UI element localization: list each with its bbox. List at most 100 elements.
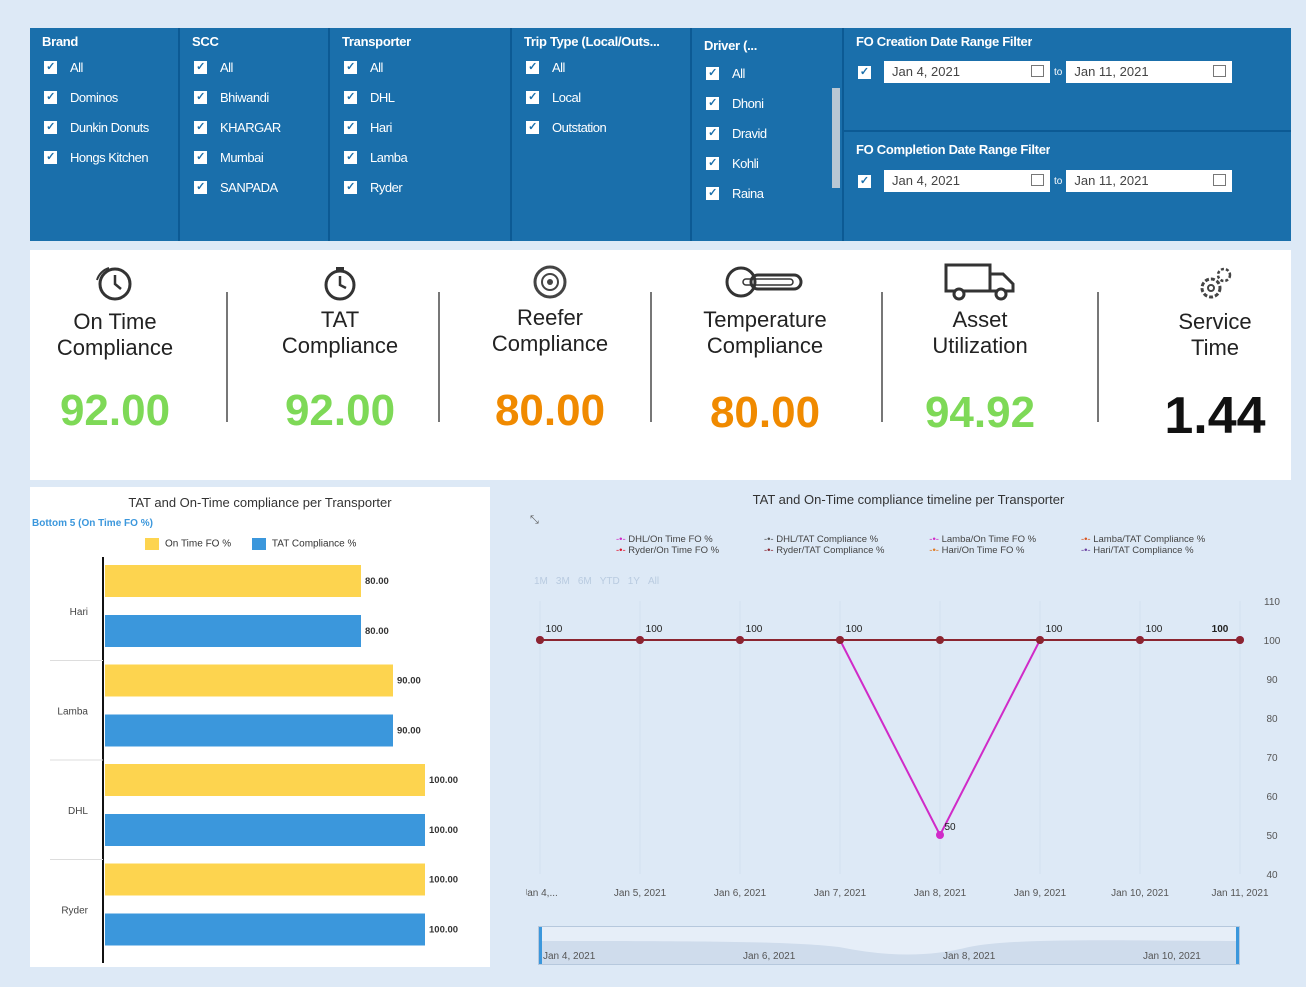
point-data-label: 100 <box>1146 624 1163 635</box>
checkbox-icon[interactable]: ✓ <box>706 157 719 170</box>
driver-option-dhoni[interactable]: ✓ Dhoni <box>706 96 764 111</box>
line-chart-panel: TAT and On-Time compliance timeline per … <box>526 484 1291 967</box>
legend-swatch <box>145 538 159 550</box>
bar-legend: On Time FO % TAT Compliance % <box>145 538 356 550</box>
fo-creation-to-date[interactable]: Jan 11, 2021 <box>1066 61 1233 83</box>
kpi-asset-utilization[interactable]: Asset Utilization 94.92 <box>895 250 1065 480</box>
transporter-option-lamba[interactable]: ✓ Lamba <box>344 150 408 165</box>
transporter-option-dhl[interactable]: ✓ DHL <box>344 90 395 105</box>
driver-option-dravid[interactable]: ✓ Dravid <box>706 126 767 141</box>
timer-icon <box>324 267 356 301</box>
checkbox-icon[interactable]: ✓ <box>526 91 539 104</box>
y-tick-label: 40 <box>1266 870 1278 881</box>
checkbox-icon[interactable]: ✓ <box>344 61 357 74</box>
kpi-reefer-compliance[interactable]: Reefer Compliance 80.00 <box>460 250 640 480</box>
checkbox-icon[interactable]: ✓ <box>526 61 539 74</box>
checkbox-icon[interactable]: ✓ <box>44 121 57 134</box>
scc-option-all[interactable]: ✓ All <box>194 60 233 75</box>
navigator-left-handle[interactable] <box>539 927 542 964</box>
navigator-label: Jan 6, 2021 <box>743 951 796 962</box>
bar-chart-title: TAT and On-Time compliance per Transport… <box>128 495 392 510</box>
bar-data-label: 100.00 <box>429 775 458 786</box>
range-navigator[interactable]: Jan 4, 2021 Jan 6, 2021 Jan 8, 2021 Jan … <box>538 926 1240 965</box>
driver-scrollbar[interactable] <box>832 88 840 188</box>
kpi-tat-compliance[interactable]: TAT Compliance 92.00 <box>250 250 430 480</box>
transporter-option-hari[interactable]: ✓ Hari <box>344 120 392 135</box>
checkbox-icon[interactable]: ✓ <box>344 91 357 104</box>
checkbox-icon[interactable]: ✓ <box>706 67 719 80</box>
checkbox-icon[interactable]: ✓ <box>194 181 207 194</box>
kpi-temperature-compliance[interactable]: Temperature Compliance 80.00 <box>680 250 850 480</box>
checkbox-icon[interactable]: ✓ <box>194 151 207 164</box>
checkbox-icon[interactable]: ✓ <box>706 187 719 200</box>
brand-option-hongs[interactable]: ✓ Hongs Kitchen <box>44 150 149 165</box>
checkbox-icon[interactable]: ✓ <box>194 61 207 74</box>
checkbox-icon[interactable]: ✓ <box>706 127 719 140</box>
kpi-value: 92.00 <box>284 386 396 435</box>
fo-completion-to-date[interactable]: Jan 11, 2021 <box>1066 170 1233 192</box>
legend-label[interactable]: On Time FO % <box>165 539 231 550</box>
y-tick-label: 90 <box>1266 675 1278 686</box>
driver-option-raina[interactable]: ✓ Raina <box>706 186 764 201</box>
calendar-icon[interactable] <box>1031 65 1044 77</box>
fo-creation-from-date[interactable]: Jan 4, 2021 <box>884 61 1050 83</box>
thermometer-icon <box>725 266 803 298</box>
checkbox-icon[interactable]: ✓ <box>344 181 357 194</box>
checkbox-icon[interactable]: ✓ <box>44 151 57 164</box>
x-tick-label: Jan 7, 2021 <box>814 888 867 899</box>
scc-option-khargar[interactable]: ✓ KHARGAR <box>194 120 281 135</box>
y-tick-label: 100 <box>1264 636 1281 647</box>
checkbox-icon[interactable]: ✓ <box>706 97 719 110</box>
x-tick-label: Jan 6, 2021 <box>714 888 767 899</box>
trip-option-local[interactable]: ✓ Local <box>526 90 581 105</box>
kpi-service-time[interactable]: Service Time 1.44 <box>1130 250 1300 480</box>
checkbox-icon[interactable]: ✓ <box>44 61 57 74</box>
kpi-label: Compliance <box>56 335 174 360</box>
fo-creation-title: FO Creation Date Range Filter <box>856 34 1033 49</box>
driver-option-all[interactable]: ✓ All <box>706 66 745 81</box>
checkbox-icon[interactable]: ✓ <box>858 65 871 79</box>
brand-option-dominos[interactable]: ✓ Dominos <box>44 90 118 105</box>
navigator-label: Jan 8, 2021 <box>943 951 996 962</box>
navigator-area <box>539 940 1239 964</box>
checkbox-icon[interactable]: ✓ <box>194 91 207 104</box>
brand-option-dunkin[interactable]: ✓ Dunkin Donuts <box>44 120 149 135</box>
reefer-icon <box>533 265 567 299</box>
bar-data-label: 100.00 <box>429 825 458 836</box>
legend-label[interactable]: TAT Compliance % <box>272 539 356 550</box>
checkbox-icon[interactable]: ✓ <box>526 121 539 134</box>
trip-option-all[interactable]: ✓ All <box>526 60 565 75</box>
transporter-option-ryder[interactable]: ✓ Ryder <box>344 180 403 195</box>
kpi-on-time-compliance[interactable]: On Time Compliance 92.00 <box>30 250 200 480</box>
bar-data-label: 100.00 <box>429 925 458 936</box>
checkbox-icon[interactable]: ✓ <box>858 174 871 188</box>
checkbox-icon[interactable]: ✓ <box>344 151 357 164</box>
calendar-icon[interactable] <box>1031 174 1044 186</box>
calendar-icon[interactable] <box>1213 65 1227 77</box>
checkbox-icon[interactable]: ✓ <box>344 121 357 134</box>
fo-completion-from-date[interactable]: Jan 4, 2021 <box>884 170 1050 192</box>
kpi-label: Service <box>1178 309 1252 334</box>
kpi-label: Utilization <box>932 333 1028 358</box>
checkbox-icon[interactable]: ✓ <box>194 121 207 134</box>
checkbox-icon[interactable]: ✓ <box>44 91 57 104</box>
navigator-label: Jan 4, 2021 <box>543 951 596 962</box>
bar-chart-panel: TAT and On-Time compliance per Transport… <box>30 487 490 967</box>
calendar-icon[interactable] <box>1213 174 1227 186</box>
bar-data-label: 90.00 <box>397 726 421 737</box>
scc-option-mumbai[interactable]: ✓ Mumbai <box>194 150 264 165</box>
scc-filter: SCC ✓ All ✓ Bhiwandi ✓ KHARGAR ✓ Mumbai ✓ SAN… <box>180 28 330 241</box>
scc-option-sanpada[interactable]: ✓ SANPADA <box>194 180 278 195</box>
bar-chart-subtitle[interactable]: Bottom 5 (On Time FO %) <box>32 518 153 529</box>
brand-option-all[interactable]: ✓ All <box>44 60 83 75</box>
navigator-right-handle[interactable] <box>1236 927 1239 964</box>
trip-option-outstation[interactable]: ✓ Outstation <box>526 120 607 135</box>
transporter-option-all[interactable]: ✓ All <box>344 60 383 75</box>
bar-category-label: Ryder <box>61 906 88 917</box>
bar <box>105 814 425 846</box>
kpi-label: Reefer <box>516 305 584 330</box>
kpi-label: Compliance <box>281 333 399 358</box>
driver-option-kohli[interactable]: ✓ Kohli <box>706 156 759 171</box>
scc-option-bhiwandi[interactable]: ✓ Bhiwandi <box>194 90 269 105</box>
kpi-strip: On Time Compliance 92.00 TAT Compliance … <box>30 250 1291 480</box>
